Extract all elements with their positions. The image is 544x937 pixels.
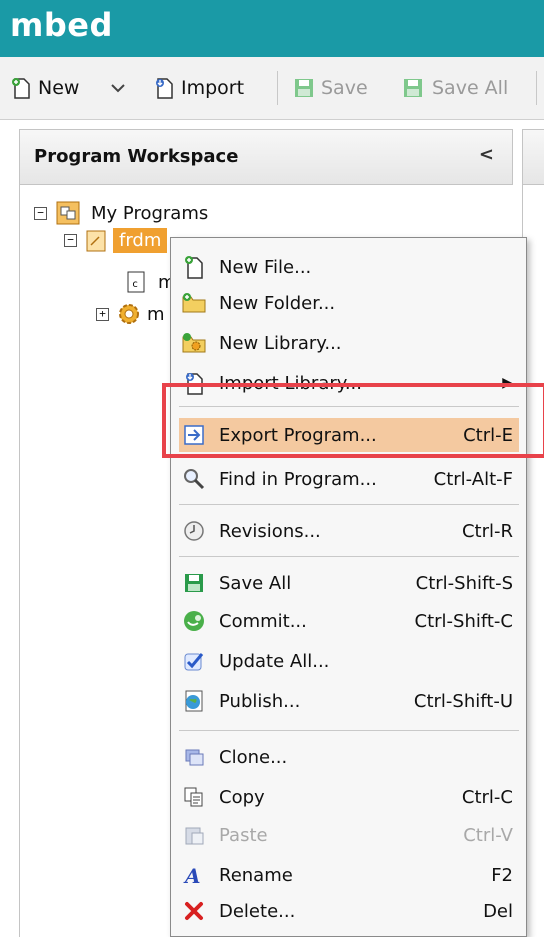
menu-item-new-file[interactable]: New File... (179, 250, 519, 284)
menu-item-find-in-program[interactable]: Find in Program... Ctrl-Alt-F (179, 462, 519, 496)
save-button-label: Save (321, 77, 368, 99)
app-header: mbed (0, 0, 544, 57)
editor-panel-header (522, 129, 544, 185)
collapse-toggle-icon[interactable]: − (34, 206, 47, 220)
menu-separator (179, 504, 519, 505)
save-icon (295, 79, 313, 97)
menu-item-shortcut: Ctrl-Shift-C (414, 610, 514, 632)
menu-item-copy[interactable]: Copy Ctrl-C (179, 780, 519, 814)
save-all-button-label: Save All (432, 77, 509, 99)
toolbar: New Import Save Save All (0, 57, 544, 120)
program-workspace-header: Program Workspace < (19, 129, 513, 185)
checkmark-icon (179, 647, 209, 675)
new-folder-icon (179, 289, 209, 317)
menu-item-shortcut: Ctrl-Shift-U (413, 690, 513, 712)
clone-icon (179, 743, 209, 771)
menu-item-label: New File... (219, 256, 312, 278)
menu-item-new-library[interactable]: New Library... (179, 326, 519, 360)
import-button[interactable]: Import (153, 71, 244, 105)
paste-icon (179, 821, 209, 849)
menu-item-shortcut: Ctrl-C (461, 786, 513, 808)
new-button-label: New (38, 77, 80, 99)
commit-icon (179, 607, 209, 635)
menu-item-shortcut: F2 (491, 864, 513, 886)
svg-text:A: A (183, 864, 201, 886)
highlight-annotation (162, 383, 544, 458)
menu-item-label: Commit... (219, 610, 307, 632)
import-icon (156, 78, 173, 99)
chevron-down-icon (111, 84, 125, 93)
gear-icon (119, 304, 139, 324)
new-button[interactable]: New (10, 71, 79, 105)
save-icon (179, 569, 209, 597)
menu-item-label: Revisions... (219, 520, 321, 542)
menu-item-label: New Folder... (219, 292, 336, 314)
menu-item-label: Update All... (219, 650, 330, 672)
search-icon (179, 465, 209, 493)
menu-item-label: Delete... (219, 900, 296, 922)
delete-icon (179, 897, 209, 925)
menu-separator (179, 730, 519, 731)
toolbar-separator (536, 71, 537, 105)
save-all-button[interactable]: Save All (402, 71, 508, 105)
menu-item-label: Copy (219, 786, 265, 808)
context-menu: New File... New Folder... New Library...… (170, 237, 527, 937)
save-all-icon (404, 79, 422, 97)
tree-row-child-library[interactable]: + m (96, 302, 165, 326)
menu-item-paste[interactable]: Paste Ctrl-V (179, 818, 519, 852)
menu-item-label: Find in Program... (219, 468, 377, 490)
c-file-icon: c (127, 271, 145, 293)
menu-item-shortcut: Ctrl-V (463, 824, 513, 846)
menu-item-publish[interactable]: Publish... Ctrl-Shift-U (179, 684, 519, 718)
chevron-left-icon[interactable]: < (479, 144, 494, 165)
import-button-label: Import (181, 77, 245, 99)
menu-item-label: Clone... (219, 746, 288, 768)
menu-item-shortcut: Ctrl-Alt-F (433, 468, 513, 490)
tree-row-my-programs[interactable]: − My Programs (34, 200, 208, 226)
tree-label-selected: frdm (113, 228, 168, 253)
menu-item-clone[interactable]: Clone... (179, 740, 519, 774)
menu-item-revisions[interactable]: Revisions... Ctrl-R (179, 514, 519, 548)
menu-item-shortcut: Ctrl-R (461, 520, 513, 542)
expand-toggle-icon[interactable]: + (96, 307, 109, 321)
menu-item-label: Publish... (219, 690, 301, 712)
menu-item-label: Save All (219, 572, 292, 594)
panel-title: Program Workspace (34, 146, 239, 167)
tree-row-program[interactable]: − frdm (64, 228, 168, 253)
workspace-icon (56, 201, 80, 225)
tree-row-child-file[interactable]: c m (126, 270, 176, 294)
menu-separator (179, 556, 519, 557)
menu-item-save-all[interactable]: Save All Ctrl-Shift-S (179, 566, 519, 600)
save-button[interactable]: Save (293, 71, 368, 105)
tree-label: m (147, 303, 165, 325)
new-library-icon (179, 329, 209, 357)
menu-item-label: New Library... (219, 332, 342, 354)
program-icon (86, 230, 106, 251)
copy-icon (179, 783, 209, 811)
tree-label: My Programs (91, 202, 209, 224)
new-file-icon (179, 253, 209, 281)
menu-item-new-folder[interactable]: New Folder... (179, 286, 519, 320)
collapse-toggle-icon[interactable]: − (64, 234, 77, 247)
menu-item-delete[interactable]: Delete... Del (179, 894, 519, 928)
menu-item-rename[interactable]: A Rename F2 (179, 858, 519, 892)
new-file-icon (12, 78, 30, 99)
app-logo: mbed (10, 6, 113, 44)
menu-item-shortcut: Ctrl-Shift-S (415, 572, 513, 594)
menu-item-label: Paste (219, 824, 268, 846)
menu-item-label: Rename (219, 864, 293, 886)
menu-item-commit[interactable]: Commit... Ctrl-Shift-C (179, 604, 519, 638)
menu-item-shortcut: Del (483, 900, 513, 922)
new-dropdown-button[interactable] (110, 71, 132, 105)
svg-text:c: c (132, 279, 138, 290)
rename-icon: A (179, 861, 209, 889)
clock-icon (179, 517, 209, 545)
toolbar-separator (277, 71, 278, 105)
menu-item-update-all[interactable]: Update All... (179, 644, 519, 678)
globe-icon (179, 687, 209, 715)
